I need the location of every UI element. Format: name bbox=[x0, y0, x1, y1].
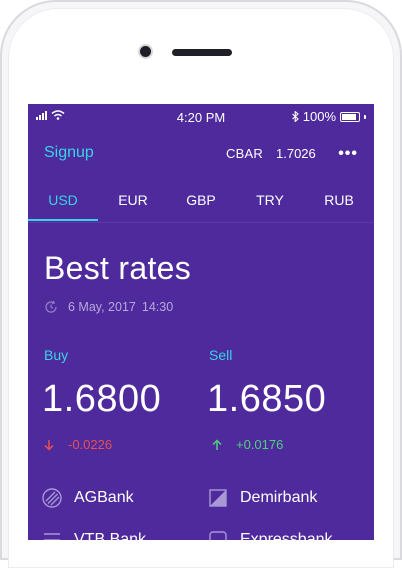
more-dots-icon[interactable]: ••• bbox=[338, 145, 358, 163]
app-screen: 4:20 PM 100% Signup CBAR 1.7026 ••• USD … bbox=[28, 104, 374, 540]
currency-tabs: USD EUR GBP TRY RUB bbox=[28, 188, 374, 223]
buy-rate: 1.6800 bbox=[42, 378, 162, 420]
battery-icon bbox=[340, 111, 360, 122]
buy-label: Buy bbox=[44, 347, 69, 363]
cbar-label: CBAR bbox=[226, 146, 263, 161]
bank-item-expressbank[interactable]: Expressbank bbox=[208, 530, 333, 540]
battery-percent: 100% bbox=[302, 109, 336, 124]
arrow-down-icon bbox=[44, 439, 54, 451]
status-bar: 4:20 PM 100% bbox=[28, 104, 374, 130]
status-right: 100% bbox=[291, 109, 366, 124]
bank-item-agbank[interactable]: AGBank bbox=[42, 488, 134, 508]
tab-try[interactable]: TRY bbox=[235, 192, 305, 208]
tab-rub[interactable]: RUB bbox=[304, 192, 374, 208]
bank-name: Demirbank bbox=[240, 489, 318, 506]
buy-delta: -0.0226 bbox=[44, 437, 112, 452]
bank-item-vtb[interactable]: VTB Bank bbox=[42, 530, 146, 540]
nav-bar: Signup CBAR 1.7026 ••• bbox=[28, 140, 374, 172]
arrow-up-icon bbox=[212, 438, 222, 450]
signup-button[interactable]: Signup bbox=[44, 144, 94, 162]
expressbank-logo-icon bbox=[209, 531, 227, 540]
page-title: Best rates bbox=[44, 250, 192, 286]
agbank-logo-icon bbox=[42, 488, 62, 508]
bank-name: AGBank bbox=[74, 489, 134, 506]
speaker-grille bbox=[172, 49, 232, 56]
buy-delta-value: -0.0226 bbox=[68, 437, 113, 452]
update-time: 14:30 bbox=[141, 300, 174, 314]
bank-name: VTB Bank bbox=[74, 531, 147, 540]
camera-icon bbox=[140, 46, 151, 57]
tab-gbp[interactable]: GBP bbox=[166, 192, 236, 208]
sell-delta-value: +0.0176 bbox=[236, 437, 284, 452]
update-time-row: 6 May, 2017 14:30 bbox=[44, 300, 173, 314]
active-tab-indicator bbox=[28, 219, 98, 221]
tab-usd[interactable]: USD bbox=[28, 192, 98, 208]
tab-eur[interactable]: EUR bbox=[98, 192, 168, 208]
sell-rate: 1.6850 bbox=[207, 378, 327, 420]
bank-item-demirbank[interactable]: Demirbank bbox=[208, 488, 317, 508]
sell-label: Sell bbox=[209, 347, 233, 363]
demirbank-logo-icon bbox=[209, 489, 227, 507]
sell-delta: +0.0176 bbox=[212, 437, 283, 452]
refresh-clock-icon bbox=[45, 300, 57, 313]
bank-name: Expressbank bbox=[240, 531, 333, 540]
bluetooth-icon bbox=[291, 111, 299, 122]
phone-frame: 4:20 PM 100% Signup CBAR 1.7026 ••• USD … bbox=[0, 0, 402, 568]
update-date: 6 May, 2017 bbox=[68, 300, 136, 314]
battery-tip bbox=[364, 114, 366, 119]
cbar-value: 1.7026 bbox=[276, 146, 316, 161]
vtb-logo-icon bbox=[44, 533, 60, 540]
